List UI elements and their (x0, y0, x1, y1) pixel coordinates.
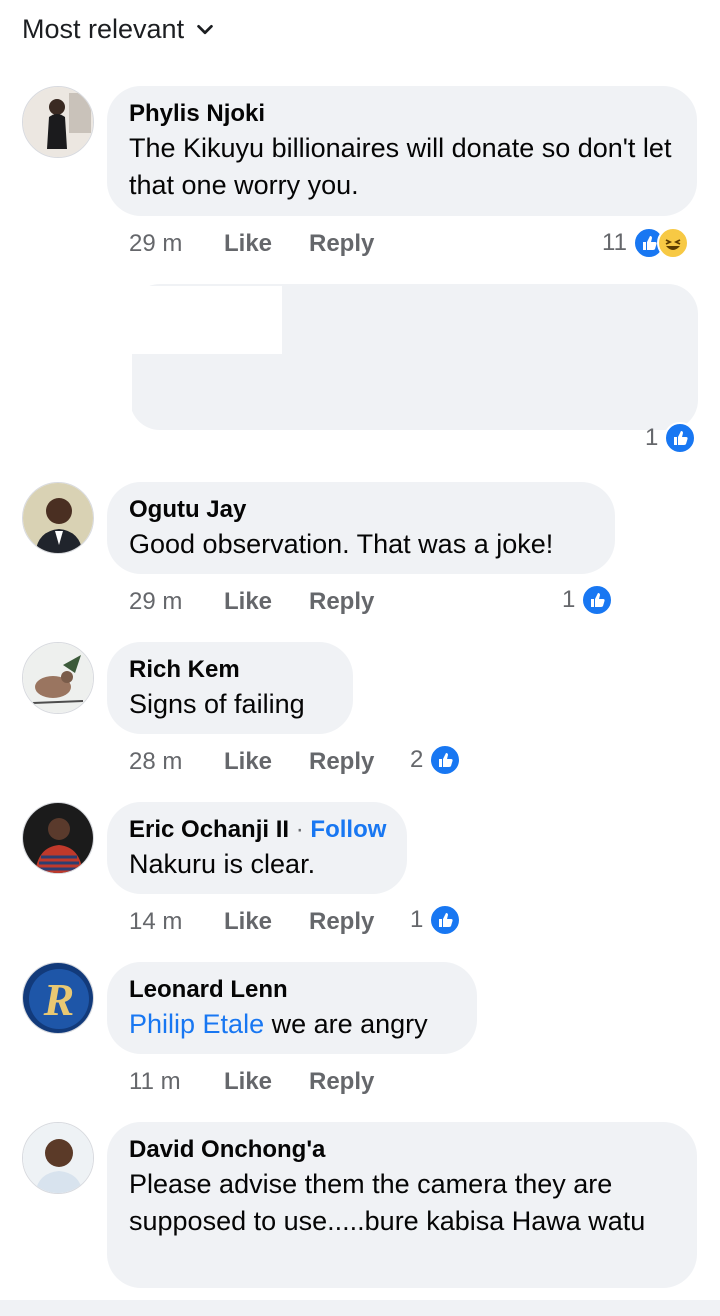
like-button[interactable]: Like (224, 230, 309, 258)
reaction-count: 2 (410, 746, 424, 773)
svg-text:R: R (43, 974, 75, 1025)
author-name[interactable]: David Onchong'a (129, 1134, 675, 1166)
cut-off-actions-row (0, 1300, 720, 1316)
timestamp[interactable]: 29 m (129, 588, 224, 616)
like-button[interactable]: Like (224, 908, 309, 936)
follow-button[interactable]: Follow (310, 816, 386, 843)
comment-text-row: Philip Etale we are angry (129, 1006, 455, 1043)
like-button[interactable]: Like (224, 1068, 309, 1096)
like-icon (429, 744, 462, 776)
author-name[interactable]: Eric Ochanji II (129, 816, 289, 843)
sort-dropdown[interactable]: Most relevant (22, 14, 216, 45)
comment-text: Good observation. That was a joke! (129, 529, 554, 559)
reaction-summary[interactable]: 1 (645, 422, 697, 454)
comment-bubble: Eric Ochanji II · Follow Nakuru is clear… (107, 802, 407, 894)
comment-actions: 29 m Like Reply (129, 586, 374, 618)
reaction-summary[interactable]: 1 (562, 584, 614, 616)
avatar[interactable] (22, 1122, 94, 1194)
reaction-count: 1 (410, 906, 424, 933)
timestamp[interactable]: 11 m (129, 1068, 224, 1096)
comment-actions: 28 m Like Reply (129, 746, 374, 778)
author-name[interactable]: Rich Kem (129, 654, 331, 686)
author-name-row: Eric Ochanji II · Follow (129, 814, 386, 846)
avatar[interactable] (22, 802, 94, 874)
reaction-summary[interactable]: 1 (410, 904, 462, 936)
haha-icon (656, 227, 689, 259)
reply-button[interactable]: Reply (309, 1068, 374, 1096)
avatar[interactable] (22, 642, 94, 714)
reaction-count: 1 (645, 424, 659, 451)
comment-text: The Kikuyu billionaires will donate so d… (129, 133, 672, 200)
comment-bubble: Phylis Njoki The Kikuyu billionaires wil… (107, 86, 697, 216)
reply-button[interactable]: Reply (309, 588, 374, 616)
timestamp[interactable]: 28 m (129, 748, 224, 776)
comment-bubble: Ogutu Jay Good observation. That was a j… (107, 482, 615, 574)
reply-button[interactable]: Reply (309, 908, 374, 936)
comment-text: Please advise them the camera they are s… (129, 1169, 646, 1236)
like-icon (581, 584, 614, 616)
timestamp[interactable]: 14 m (129, 908, 224, 936)
comment-text: Nakuru is clear. (129, 849, 316, 879)
reaction-summary[interactable]: 2 (410, 744, 462, 776)
comment-actions: 11 m Like Reply (129, 1066, 374, 1098)
avatar[interactable] (22, 86, 94, 158)
reply-button[interactable]: Reply (309, 230, 374, 258)
comment-bubble: David Onchong'a Please advise them the c… (107, 1122, 697, 1288)
comment-actions: 14 m Like Reply (129, 906, 374, 938)
avatar[interactable]: R (22, 962, 94, 1034)
reply-button[interactable]: Reply (309, 748, 374, 776)
timestamp[interactable]: 29 m (129, 230, 224, 258)
comment-text: Signs of failing (129, 689, 305, 719)
author-name[interactable]: Phylis Njoki (129, 98, 675, 130)
like-button[interactable]: Like (224, 588, 309, 616)
like-icon (664, 422, 697, 454)
author-name[interactable]: Ogutu Jay (129, 494, 593, 526)
like-icon (429, 904, 462, 936)
chevron-down-icon (197, 24, 213, 34)
author-name[interactable]: Leonard Lenn (129, 974, 455, 1006)
comment-bubble: Leonard Lenn Philip Etale we are angry (107, 962, 477, 1054)
redacted-mask (0, 352, 132, 432)
sort-label: Most relevant (22, 14, 185, 44)
like-button[interactable]: Like (224, 748, 309, 776)
avatar[interactable] (22, 482, 94, 554)
reaction-count: 11 (602, 229, 627, 256)
reaction-count: 1 (562, 586, 576, 613)
comment-actions: 29 m Like Reply (129, 228, 374, 260)
reaction-summary[interactable]: 11 (602, 227, 689, 259)
separator: · (295, 816, 304, 843)
mention-link[interactable]: Philip Etale (129, 1009, 264, 1039)
redacted-mask (0, 286, 282, 354)
comment-bubble: Rich Kem Signs of failing (107, 642, 353, 734)
comment-text: we are angry (264, 1009, 428, 1039)
